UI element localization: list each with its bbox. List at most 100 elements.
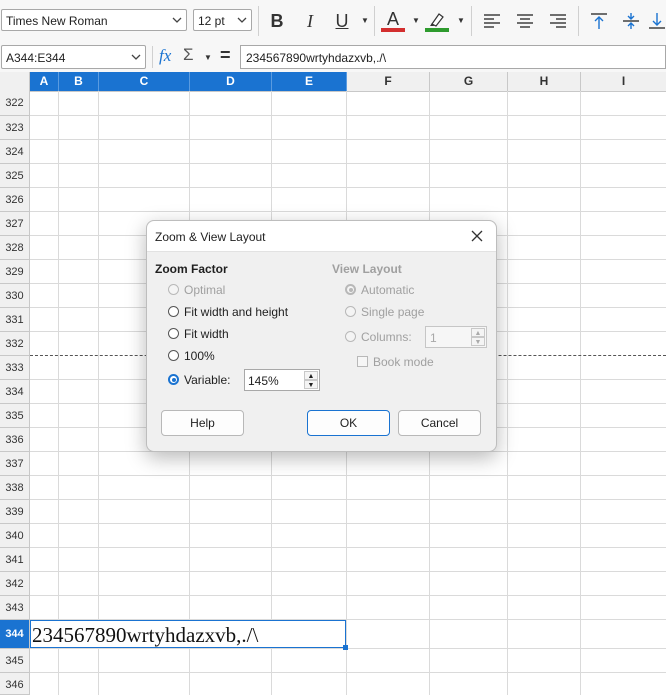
spin-up-icon[interactable]: ▲ [471, 328, 485, 337]
underline-icon: U [335, 10, 349, 31]
book-mode-label: Book mode [373, 355, 434, 369]
underline-button[interactable]: U [329, 8, 355, 34]
bold-button[interactable]: B [264, 8, 290, 34]
book-mode-checkbox[interactable] [357, 356, 368, 367]
row-header-331[interactable]: 331 [0, 308, 30, 332]
row-header-322[interactable]: 322 [0, 91, 30, 116]
chevron-down-icon[interactable] [233, 10, 251, 30]
ok-button[interactable]: OK [307, 410, 390, 436]
row-header-335[interactable]: 335 [0, 404, 30, 428]
column-header-h[interactable]: H [508, 72, 581, 91]
font-color-swatch [381, 28, 405, 32]
column-header-f[interactable]: F [347, 72, 430, 91]
sum-dropdown-arrow[interactable]: ▼ [204, 53, 212, 62]
columns-spinbox[interactable]: 1 ▲ ▼ [425, 326, 487, 348]
row-header-324[interactable]: 324 [0, 140, 30, 164]
grid-line [30, 115, 666, 116]
variable-zoom-spinbox[interactable]: 145% ▲ ▼ [244, 369, 320, 391]
row-header-334[interactable]: 334 [0, 380, 30, 404]
align-center-button[interactable] [512, 8, 538, 34]
row-header-344[interactable]: 344 [0, 620, 30, 649]
highlight-dropdown-arrow[interactable]: ▼ [457, 16, 465, 25]
column-header-i[interactable]: I [581, 72, 666, 91]
highlight-color-button[interactable] [424, 8, 450, 34]
column-header-e[interactable]: E [272, 72, 347, 91]
font-name-combobox[interactable]: Times New Roman [1, 9, 187, 31]
automatic-radio[interactable] [345, 284, 356, 295]
select-all-corner[interactable] [0, 72, 30, 91]
row-header-340[interactable]: 340 [0, 524, 30, 548]
grid-line [580, 91, 581, 695]
optimal-radio[interactable] [168, 284, 179, 295]
row-header-343[interactable]: 343 [0, 596, 30, 620]
cancel-button-label: Cancel [420, 416, 459, 430]
underline-dropdown-arrow[interactable]: ▼ [361, 16, 369, 25]
font-color-dropdown-arrow[interactable]: ▼ [412, 16, 420, 25]
column-header-d[interactable]: D [190, 72, 272, 91]
cell-a344-content: 234567890wrtyhdazxvb,./\ [32, 623, 259, 647]
row-header-342[interactable]: 342 [0, 572, 30, 596]
grid-line [30, 595, 666, 596]
view-layout-heading: View Layout [332, 262, 402, 276]
fit-width-height-radio[interactable] [168, 306, 179, 317]
row-header-346[interactable]: 346 [0, 673, 30, 695]
chevron-down-icon[interactable] [168, 10, 186, 30]
fit-width-radio[interactable] [168, 328, 179, 339]
close-icon[interactable] [467, 226, 487, 246]
formatting-toolbar: Times New Roman 12 pt B I U ▼ A ▼ ▼ [0, 0, 666, 42]
align-top-button[interactable] [586, 8, 612, 34]
column-header-a[interactable]: A [30, 72, 59, 91]
spin-up-icon[interactable]: ▲ [304, 371, 318, 380]
variable-radio[interactable] [168, 374, 179, 385]
align-right-button[interactable] [545, 8, 571, 34]
column-header-b[interactable]: B [59, 72, 99, 91]
spin-down-icon[interactable]: ▼ [304, 380, 318, 389]
cancel-button[interactable]: Cancel [398, 410, 481, 436]
column-header-g[interactable]: G [430, 72, 508, 91]
align-left-button[interactable] [479, 8, 505, 34]
grid-line [30, 672, 666, 673]
columns-radio[interactable] [345, 331, 356, 342]
row-header-328[interactable]: 328 [0, 236, 30, 260]
row-header-323[interactable]: 323 [0, 116, 30, 140]
font-color-button[interactable]: A [380, 8, 406, 34]
row-header-327[interactable]: 327 [0, 212, 30, 236]
row-header-325[interactable]: 325 [0, 164, 30, 188]
chevron-down-icon[interactable] [127, 46, 145, 68]
row-header-337[interactable]: 337 [0, 452, 30, 476]
italic-button[interactable]: I [297, 8, 323, 34]
row-header-336[interactable]: 336 [0, 428, 30, 452]
align-bottom-button[interactable] [648, 8, 666, 34]
function-wizard-icon[interactable]: fx [159, 46, 171, 66]
formula-input[interactable]: 234567890wrtyhdazxvb,./\ [240, 45, 666, 69]
row-header-332[interactable]: 332 [0, 332, 30, 356]
row-header-329[interactable]: 329 [0, 260, 30, 284]
align-bottom-icon [649, 13, 665, 29]
help-button[interactable]: Help [161, 410, 244, 436]
single-page-radio[interactable] [345, 306, 356, 317]
column-header-c[interactable]: C [99, 72, 190, 91]
grid-line [30, 499, 666, 500]
row-header-330[interactable]: 330 [0, 284, 30, 308]
formula-equals-icon[interactable]: = [220, 45, 231, 66]
row-header-338[interactable]: 338 [0, 476, 30, 500]
grid-line [30, 211, 666, 212]
row-header-339[interactable]: 339 [0, 500, 30, 524]
center-vertically-button[interactable] [618, 8, 644, 34]
row-header-345[interactable]: 345 [0, 649, 30, 673]
grid-line [30, 648, 666, 649]
help-button-label: Help [190, 416, 215, 430]
spin-down-icon[interactable]: ▼ [471, 337, 485, 346]
font-size-combobox[interactable]: 12 pt [193, 9, 252, 31]
sum-icon[interactable]: Σ [183, 45, 194, 65]
row-header-333[interactable]: 333 [0, 356, 30, 380]
row-header-341[interactable]: 341 [0, 548, 30, 572]
selected-cell-range[interactable]: 234567890wrtyhdazxvb,./\ [30, 620, 346, 648]
center-vertically-icon [623, 13, 639, 29]
row-header-326[interactable]: 326 [0, 188, 30, 212]
percent-100-radio[interactable] [168, 350, 179, 361]
align-right-icon [550, 14, 566, 28]
name-box[interactable]: A344:E344 [1, 45, 146, 69]
columns-value: 1 [430, 331, 437, 345]
selection-fill-handle[interactable] [343, 645, 348, 650]
